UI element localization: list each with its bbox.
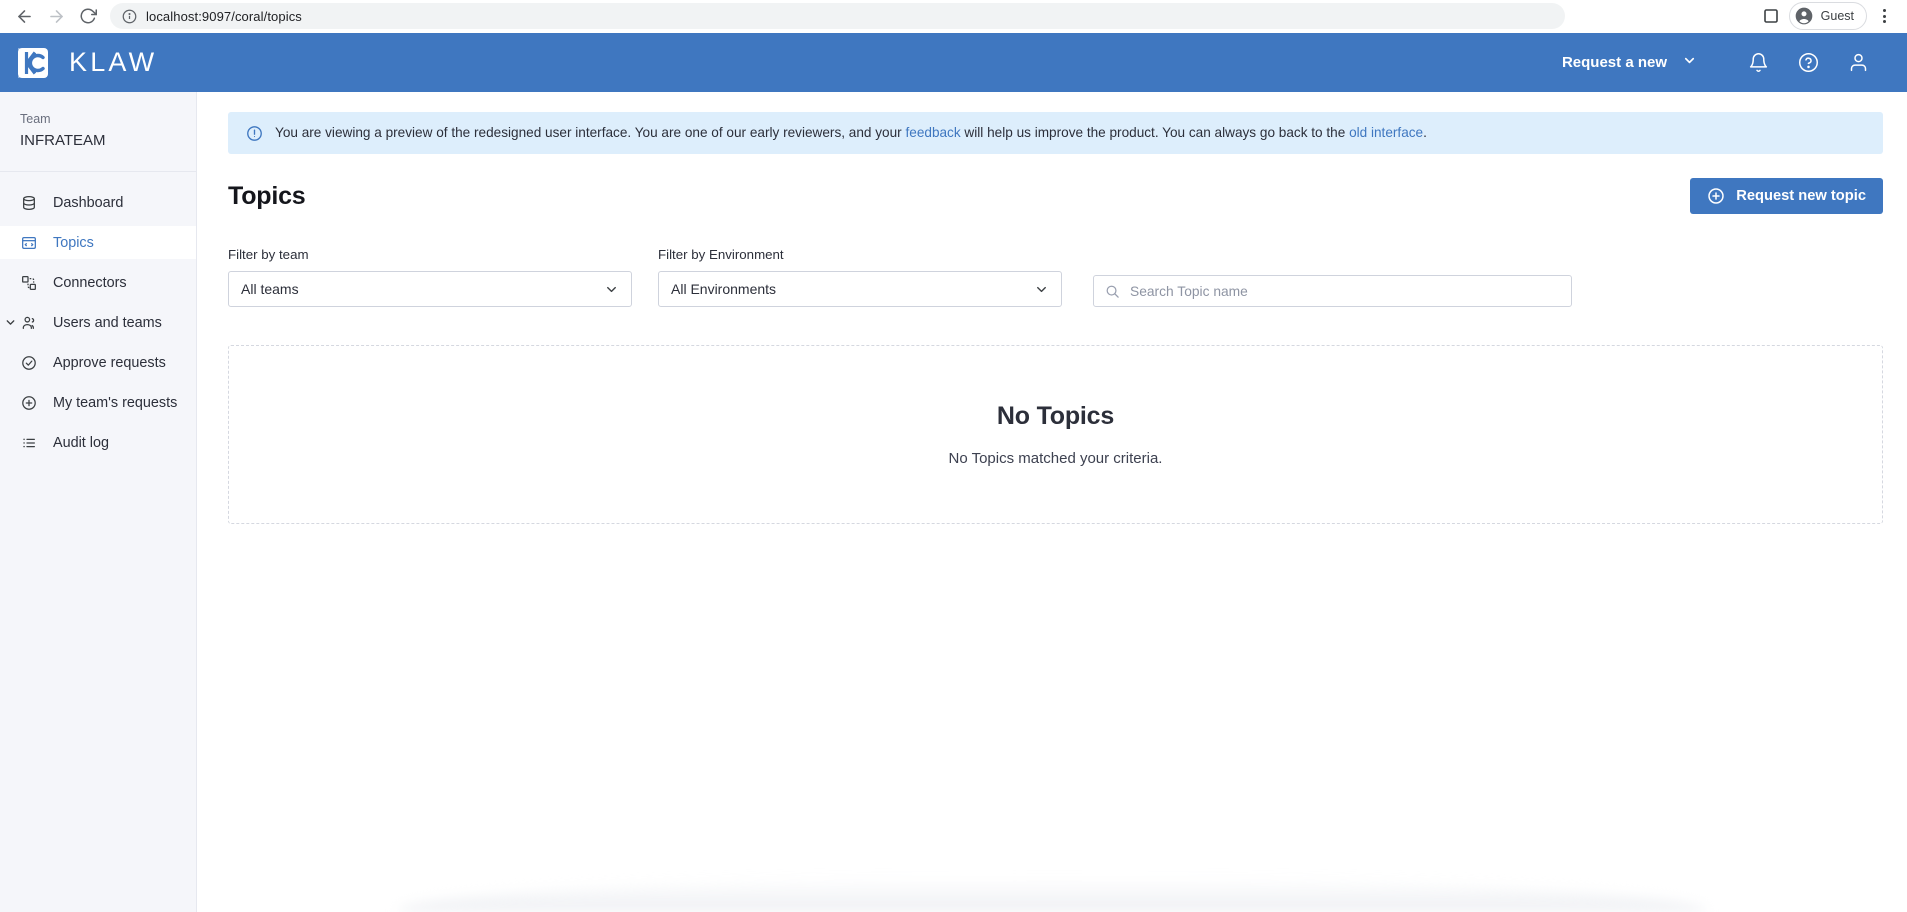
preview-banner: You are viewing a preview of the redesig… xyxy=(228,112,1883,154)
address-bar[interactable]: localhost:9097/coral/topics xyxy=(110,3,1565,29)
browser-back-icon[interactable] xyxy=(8,2,40,30)
chevron-down-icon xyxy=(1682,53,1697,72)
browser-profile-name: Guest xyxy=(1821,9,1854,23)
team-name: INFRATEAM xyxy=(20,132,196,149)
side-panel-icon[interactable] xyxy=(1757,2,1785,30)
filter-by-environment-label: Filter by Environment xyxy=(658,247,1062,262)
search-input[interactable] xyxy=(1130,284,1560,299)
address-bar-url: localhost:9097/coral/topics xyxy=(146,9,302,24)
header-actions: Request a new xyxy=(1552,45,1883,80)
filter-by-team-select[interactable]: All teams xyxy=(228,271,632,307)
request-a-new-menu[interactable]: Request a new xyxy=(1552,45,1707,80)
filter-by-team-label: Filter by team xyxy=(228,247,632,262)
brand[interactable]: KLAW xyxy=(14,44,157,82)
plus-circle-icon xyxy=(20,394,37,411)
browser-actions: Guest xyxy=(1757,2,1899,30)
filter-by-team-value: All teams xyxy=(241,281,299,297)
sidebar-item-my-teams-requests[interactable]: My team's requests xyxy=(0,386,196,419)
brand-name: KLAW xyxy=(69,47,157,78)
plus-circle-icon xyxy=(1707,187,1725,205)
filter-by-environment-field: Filter by Environment All Environments xyxy=(658,247,1062,307)
sidebar-item-approve-requests[interactable]: Approve requests xyxy=(0,346,196,379)
sidebar-item-label: My team's requests xyxy=(53,395,177,411)
topic-window-icon xyxy=(20,234,37,251)
empty-state-subtitle: No Topics matched your criteria. xyxy=(949,450,1163,467)
team-label: Team xyxy=(20,112,196,126)
browser-profile-chip[interactable]: Guest xyxy=(1789,2,1867,30)
page-title: Topics xyxy=(228,182,306,211)
user-icon[interactable] xyxy=(1846,51,1870,75)
sidebar-item-connectors[interactable]: Connectors xyxy=(0,266,196,299)
old-interface-link[interactable]: old interface xyxy=(1349,125,1423,140)
users-icon xyxy=(20,314,37,331)
sidebar-nav: Dashboard Topics Connectors xyxy=(0,172,196,459)
browser-reload-icon[interactable] xyxy=(72,2,104,30)
search-topic-field[interactable] xyxy=(1093,275,1572,307)
banner-text-part3: . xyxy=(1423,125,1427,140)
browser-toolbar: localhost:9097/coral/topics Guest xyxy=(0,0,1907,33)
kebab-menu-icon[interactable] xyxy=(1871,2,1897,30)
sidebar-item-audit-log[interactable]: Audit log xyxy=(0,426,196,459)
request-new-topic-button[interactable]: Request new topic xyxy=(1690,178,1883,214)
empty-state-panel: No Topics No Topics matched your criteri… xyxy=(228,345,1883,524)
sidebar-item-label: Connectors xyxy=(53,275,127,291)
request-new-topic-label: Request new topic xyxy=(1736,188,1866,204)
sidebar-item-dashboard[interactable]: Dashboard xyxy=(0,186,196,219)
search-icon xyxy=(1105,284,1120,299)
main-content: You are viewing a preview of the redesig… xyxy=(197,92,1907,912)
chevron-down-icon[interactable] xyxy=(4,316,17,329)
site-info-icon[interactable] xyxy=(122,9,137,24)
info-circle-icon xyxy=(246,125,263,142)
sidebar-item-users-and-teams[interactable]: Users and teams xyxy=(0,306,196,339)
account-circle-icon xyxy=(1794,6,1814,26)
list-icon xyxy=(20,434,37,451)
help-circle-icon[interactable] xyxy=(1796,51,1820,75)
team-block: Team INFRATEAM xyxy=(0,92,196,172)
check-circle-icon xyxy=(20,354,37,371)
chevron-down-icon xyxy=(1034,282,1049,297)
connectors-icon xyxy=(20,274,37,291)
chevron-down-icon xyxy=(604,282,619,297)
banner-text-part2: will help us improve the product. You ca… xyxy=(961,125,1349,140)
sidebar-item-topics[interactable]: Topics xyxy=(0,226,196,259)
filter-bar: Filter by team All teams Filter by Envir… xyxy=(228,247,1883,307)
klaw-logo-icon xyxy=(14,44,52,82)
sidebar-item-label: Audit log xyxy=(53,435,109,451)
banner-text-part1: You are viewing a preview of the redesig… xyxy=(275,125,905,140)
app-shell: Team INFRATEAM Dashboard Topics Co xyxy=(0,92,1907,912)
filter-by-team-field: Filter by team All teams xyxy=(228,247,632,307)
database-icon xyxy=(20,194,37,211)
filter-by-environment-value: All Environments xyxy=(671,281,776,297)
bell-icon[interactable] xyxy=(1746,51,1770,75)
feedback-link[interactable]: feedback xyxy=(905,125,960,140)
page-bottom-shadow xyxy=(397,878,1707,912)
filter-by-environment-select[interactable]: All Environments xyxy=(658,271,1062,307)
page-header: Topics Request new topic xyxy=(228,178,1883,214)
preview-banner-text: You are viewing a preview of the redesig… xyxy=(275,124,1427,142)
sidebar-item-label: Topics xyxy=(53,235,94,251)
empty-state-title: No Topics xyxy=(997,402,1114,431)
request-a-new-label: Request a new xyxy=(1562,54,1667,71)
sidebar-item-label: Approve requests xyxy=(53,355,166,371)
browser-forward-icon[interactable] xyxy=(40,2,72,30)
sidebar: Team INFRATEAM Dashboard Topics Co xyxy=(0,92,197,912)
sidebar-item-label: Users and teams xyxy=(53,315,162,331)
sidebar-item-label: Dashboard xyxy=(53,195,123,211)
app-header: KLAW Request a new xyxy=(0,33,1907,92)
